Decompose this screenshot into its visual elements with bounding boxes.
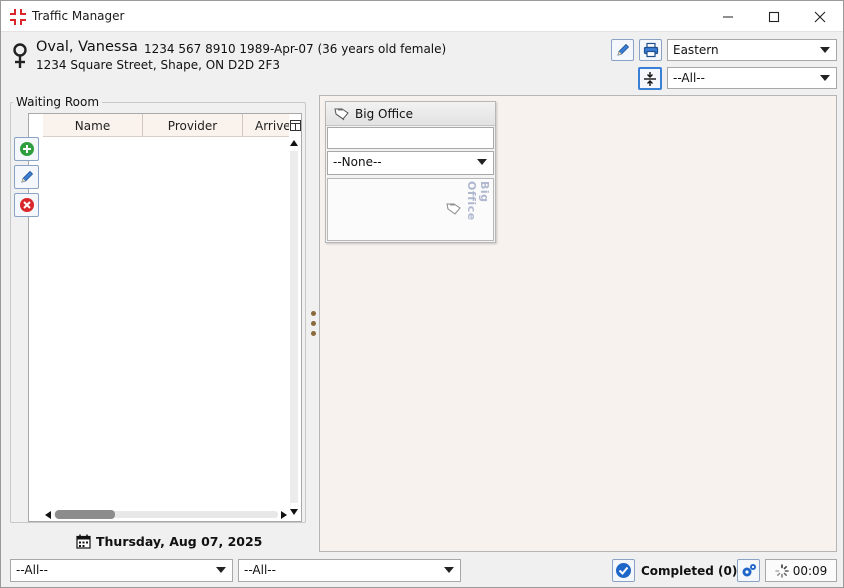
waiting-room-table[interactable]: Name Provider Arrive <box>28 113 302 522</box>
room-watermark-icon <box>446 203 461 215</box>
settings-button[interactable] <box>737 559 760 582</box>
room-note-input[interactable] <box>327 127 494 149</box>
timer-value: 00:09 <box>792 563 828 578</box>
window-title: Traffic Manager <box>32 9 125 23</box>
delete-entry-button[interactable] <box>14 193 39 217</box>
add-patient-button[interactable] <box>14 137 39 161</box>
edit-entry-button[interactable] <box>14 165 39 189</box>
delete-icon <box>19 198 34 212</box>
chevron-down-icon <box>820 75 830 81</box>
room-drop-zone[interactable]: Big Office <box>327 178 494 241</box>
header-filter-select-value: --All-- <box>673 71 705 85</box>
chevron-down-icon <box>820 47 830 53</box>
column-header-name[interactable]: Name <box>43 114 143 136</box>
room-provider-select[interactable]: --None-- <box>327 151 494 175</box>
footer-middle-select[interactable]: --All-- <box>238 559 461 582</box>
add-icon <box>19 142 34 156</box>
pencil-icon <box>20 170 33 183</box>
expand-collapse-icon <box>644 71 656 86</box>
region-select-value: Eastern <box>673 43 719 57</box>
footer-left-select[interactable]: --All-- <box>10 559 233 582</box>
schedule-date-text: Thursday, Aug 07, 2025 <box>96 534 263 549</box>
chevron-down-icon <box>216 567 226 573</box>
horizontal-scroll-thumb[interactable] <box>55 510 115 519</box>
loading-spinner-icon <box>774 563 789 578</box>
maximize-button[interactable] <box>751 1 797 32</box>
table-header: Name Provider Arrive <box>43 114 289 137</box>
pencil-icon <box>616 43 629 56</box>
schedule-date[interactable]: Thursday, Aug 07, 2025 <box>76 534 262 549</box>
print-button[interactable] <box>639 39 662 61</box>
column-header-provider[interactable]: Provider <box>143 114 243 136</box>
vertical-scroll-track[interactable] <box>290 151 298 503</box>
room-icon <box>334 108 349 120</box>
region-select[interactable]: Eastern <box>667 39 837 61</box>
minimize-icon <box>723 16 733 17</box>
edit-patient-button[interactable] <box>611 39 634 61</box>
refresh-timer[interactable]: 00:09 <box>765 559 837 582</box>
check-badge-icon <box>616 563 631 578</box>
close-button[interactable] <box>797 1 843 32</box>
collapse-expand-button[interactable] <box>638 67 662 90</box>
patient-address: 1234 Square Street, Shape, ON D2D 2F3 <box>36 58 281 72</box>
completed-toggle-button[interactable] <box>612 559 635 582</box>
app-logo-icon <box>10 9 26 25</box>
header-filter-select[interactable]: --All-- <box>667 67 837 89</box>
female-icon <box>13 43 27 68</box>
column-header-arrive[interactable]: Arrive <box>243 114 289 136</box>
title-bar: Traffic Manager <box>1 1 843 32</box>
maximize-icon <box>768 11 780 22</box>
completed-count: Completed (0) <box>641 564 738 578</box>
waiting-room-title: Waiting Room <box>13 95 103 109</box>
vertical-scrollbar[interactable] <box>288 137 300 518</box>
horizontal-scrollbar[interactable] <box>43 507 289 521</box>
room-vertical-label: Big Office <box>465 181 491 221</box>
panel-splitter[interactable] <box>309 311 317 341</box>
room-provider-select-value: --None-- <box>333 155 382 169</box>
gears-icon <box>742 563 756 576</box>
scroll-right-icon[interactable] <box>281 511 287 519</box>
chevron-down-icon <box>444 567 454 573</box>
patient-details: 1234 567 8910 1989-Apr-07 (36 years old … <box>144 42 447 56</box>
calendar-icon <box>76 534 91 549</box>
footer-left-select-value: --All-- <box>16 563 48 577</box>
room-name: Big Office <box>355 106 414 121</box>
close-icon <box>814 11 826 22</box>
room-card-header[interactable]: Big Office <box>326 102 495 126</box>
scroll-up-icon[interactable] <box>290 140 298 146</box>
chevron-down-icon <box>477 159 487 165</box>
room-card-big-office[interactable]: Big Office --None-- Big Office <box>325 101 496 243</box>
printer-icon <box>643 42 658 58</box>
column-chooser-icon[interactable] <box>290 120 301 131</box>
scroll-left-icon[interactable] <box>45 511 51 519</box>
scroll-down-icon[interactable] <box>290 509 298 515</box>
traffic-manager-window: Traffic Manager Oval, Vanessa 1234 567 8… <box>0 0 844 588</box>
patient-name: Oval, Vanessa <box>36 39 138 55</box>
minimize-button[interactable] <box>705 1 751 32</box>
footer-middle-select-value: --All-- <box>244 563 276 577</box>
